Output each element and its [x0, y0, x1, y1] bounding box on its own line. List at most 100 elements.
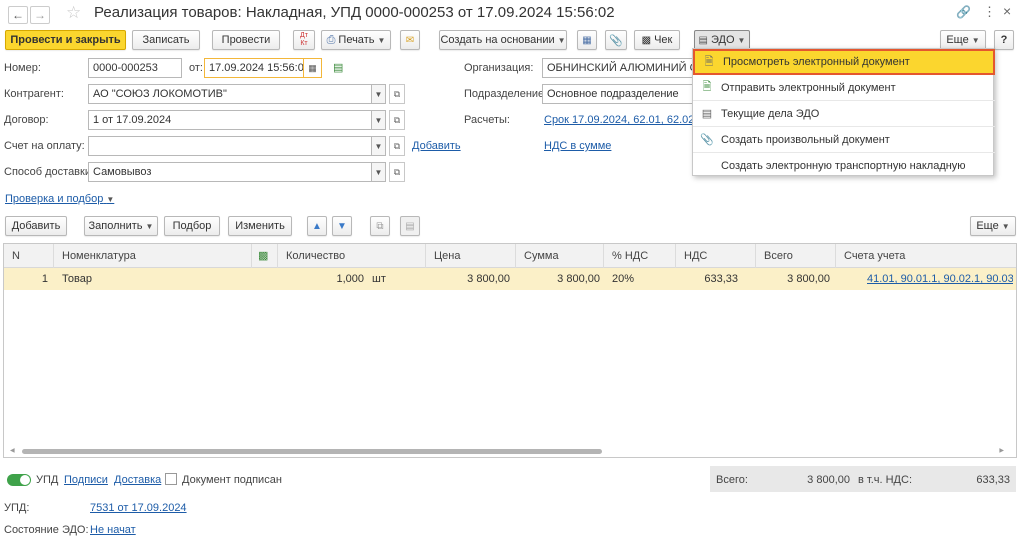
vat-in-amount-link[interactable]: НДС в сумме: [544, 140, 611, 152]
menu-item-create-transport-label: Создать электронную транспортную накладн…: [721, 160, 966, 172]
column-header-accounts[interactable]: Счета учета: [836, 244, 1016, 268]
more-label: Еще: [946, 34, 969, 46]
print-button[interactable]: ⎙ Печать ▼: [321, 30, 391, 50]
close-icon[interactable]: ×: [1003, 3, 1011, 19]
check-button[interactable]: ▩ Чек: [634, 30, 680, 50]
menu-item-view-edoc[interactable]: 🗎 Просмотреть электронный документ: [693, 49, 995, 75]
cash-register-icon: ▩: [641, 34, 652, 46]
number-field[interactable]: 0000-000253: [88, 58, 182, 78]
post-button[interactable]: Провести: [212, 30, 280, 50]
organization-label: Организация:: [464, 62, 534, 74]
column-header-sum[interactable]: Сумма: [516, 244, 604, 268]
counterparty-label: Контрагент:: [4, 88, 64, 100]
check-and-selection-link[interactable]: Проверка и подбор ▼: [5, 193, 114, 205]
create-based-on-label: Создать на основании: [440, 34, 555, 46]
contract-dropdown[interactable]: ▼: [372, 110, 386, 130]
signatures-link[interactable]: Подписи: [64, 474, 108, 486]
chevron-down-icon: ▼: [557, 35, 566, 45]
counterparty-field[interactable]: АО "СОЮЗ ЛОКОМОТИВ": [88, 84, 372, 104]
cell-accounts[interactable]: 41.01, 90.01.1, 90.02.1, 90.03: [867, 268, 1013, 290]
counterparty-open-button[interactable]: ⧉: [389, 84, 405, 104]
column-header-icon: ▩: [252, 244, 278, 268]
document-signed-checkbox[interactable]: [165, 473, 177, 485]
menu-item-current-tasks[interactable]: ▤ Текущие дела ЭДО: [693, 101, 995, 127]
column-header-total[interactable]: Всего: [756, 244, 836, 268]
move-up-button[interactable]: ▲: [307, 216, 327, 236]
chevron-down-icon: ▼: [971, 35, 980, 45]
scroll-right-icon: ▶: [999, 448, 1004, 454]
link-icon[interactable]: 🔗: [956, 5, 971, 19]
upd-label: УПД:: [4, 502, 30, 514]
more-button[interactable]: Еще ▼: [940, 30, 986, 50]
add-invoice-link[interactable]: Добавить: [412, 140, 461, 152]
vat-total-value: 633,33: [976, 474, 1010, 486]
column-header-n[interactable]: N: [4, 244, 54, 268]
column-header-price[interactable]: Цена: [426, 244, 516, 268]
invoice-dropdown[interactable]: ▼: [372, 136, 386, 156]
organization-field[interactable]: ОБНИНСКИЙ АЛЮМИНИЙ ООО: [542, 58, 712, 78]
menu-item-create-arbitrary[interactable]: 📎 Создать произвольный документ: [693, 127, 995, 153]
numbering-icon[interactable]: ▤: [333, 61, 343, 74]
column-header-item[interactable]: Номенклатура: [54, 244, 252, 268]
table-row[interactable]: 1 Товар 1,000 шт 3 800,00 3 800,00 20% 6…: [4, 268, 1016, 290]
change-button[interactable]: Изменить: [228, 216, 292, 236]
edo-button[interactable]: ▤ ЭДО ▼: [694, 30, 750, 50]
favorite-star-icon[interactable]: ☆: [66, 3, 81, 23]
column-header-vat[interactable]: НДС: [676, 244, 756, 268]
move-down-button[interactable]: ▼: [332, 216, 352, 236]
calendar-button[interactable]: ▦: [304, 58, 322, 78]
add-row-button[interactable]: Добавить: [5, 216, 67, 236]
column-header-qty[interactable]: Количество: [278, 244, 426, 268]
invoice-field[interactable]: [88, 136, 372, 156]
post-and-close-label: Провести и закрыть: [10, 34, 121, 46]
forward-button[interactable]: →: [30, 6, 50, 24]
scrollbar-thumb[interactable]: [22, 449, 602, 454]
upd-toggle[interactable]: [7, 474, 31, 486]
date-label: от:: [189, 62, 203, 74]
post-and-close-button[interactable]: Провести и закрыть: [5, 30, 126, 50]
paste-button[interactable]: ▤: [400, 216, 420, 236]
back-button[interactable]: ←: [8, 6, 28, 24]
menu-item-send-edoc[interactable]: 🗎 Отправить электронный документ: [693, 75, 995, 101]
upd-link[interactable]: 7531 от 17.09.2024: [90, 502, 187, 514]
settlements-link[interactable]: Срок 17.09.2024, 62.01, 62.02, з: [544, 114, 694, 126]
delivery-link[interactable]: Доставка: [114, 474, 161, 486]
horizontal-scrollbar[interactable]: ◀ ▶: [10, 448, 1004, 455]
table-more-label: Еще: [976, 220, 999, 232]
cell-qty: 1,000: [336, 273, 364, 285]
invoice-open-button[interactable]: ⧉: [389, 136, 405, 156]
attach-button[interactable]: 📎: [605, 30, 627, 50]
date-field[interactable]: 17.09.2024 15:56:02: [204, 58, 304, 78]
contract-field[interactable]: 1 от 17.09.2024: [88, 110, 372, 130]
dt-kt-button[interactable]: Дт Кт: [293, 30, 315, 50]
email-button[interactable]: ✉: [400, 30, 420, 50]
create-based-on-button[interactable]: Создать на основании ▼: [439, 30, 567, 50]
delivery-field[interactable]: Самовывоз: [88, 162, 372, 182]
help-button[interactable]: ?: [994, 30, 1014, 50]
structure-button[interactable]: ▦: [577, 30, 597, 50]
cell-sum: 3 800,00: [557, 273, 600, 285]
open-icon: ⧉: [393, 88, 401, 99]
table-more-button[interactable]: Еще ▼: [970, 216, 1016, 236]
edo-label: ЭДО: [711, 34, 735, 46]
menu-item-create-transport[interactable]: Создать электронную транспортную накладн…: [693, 153, 995, 179]
cell-total: 3 800,00: [787, 273, 830, 285]
open-icon: ⧉: [393, 166, 401, 177]
more-menu-icon[interactable]: ⋮: [983, 4, 996, 20]
delivery-open-button[interactable]: ⧉: [389, 162, 405, 182]
save-button[interactable]: Записать: [132, 30, 200, 50]
total-value: 3 800,00: [807, 474, 850, 486]
pick-button[interactable]: Подбор: [164, 216, 220, 236]
division-field[interactable]: Основное подразделение: [542, 84, 712, 104]
edo-state-link[interactable]: Не начат: [90, 524, 136, 536]
contract-open-button[interactable]: ⧉: [389, 110, 405, 130]
fill-button[interactable]: Заполнить ▼: [84, 216, 158, 236]
chevron-down-icon: ▼: [374, 167, 383, 177]
column-header-vat-rate[interactable]: % НДС: [604, 244, 676, 268]
check-label: Чек: [654, 34, 673, 46]
counterparty-dropdown[interactable]: ▼: [372, 84, 386, 104]
copy-button[interactable]: ⧉: [370, 216, 390, 236]
dt-kt-icon: Дт Кт: [300, 32, 308, 47]
table-settings-icon: ▩: [258, 250, 269, 262]
delivery-dropdown[interactable]: ▼: [372, 162, 386, 182]
